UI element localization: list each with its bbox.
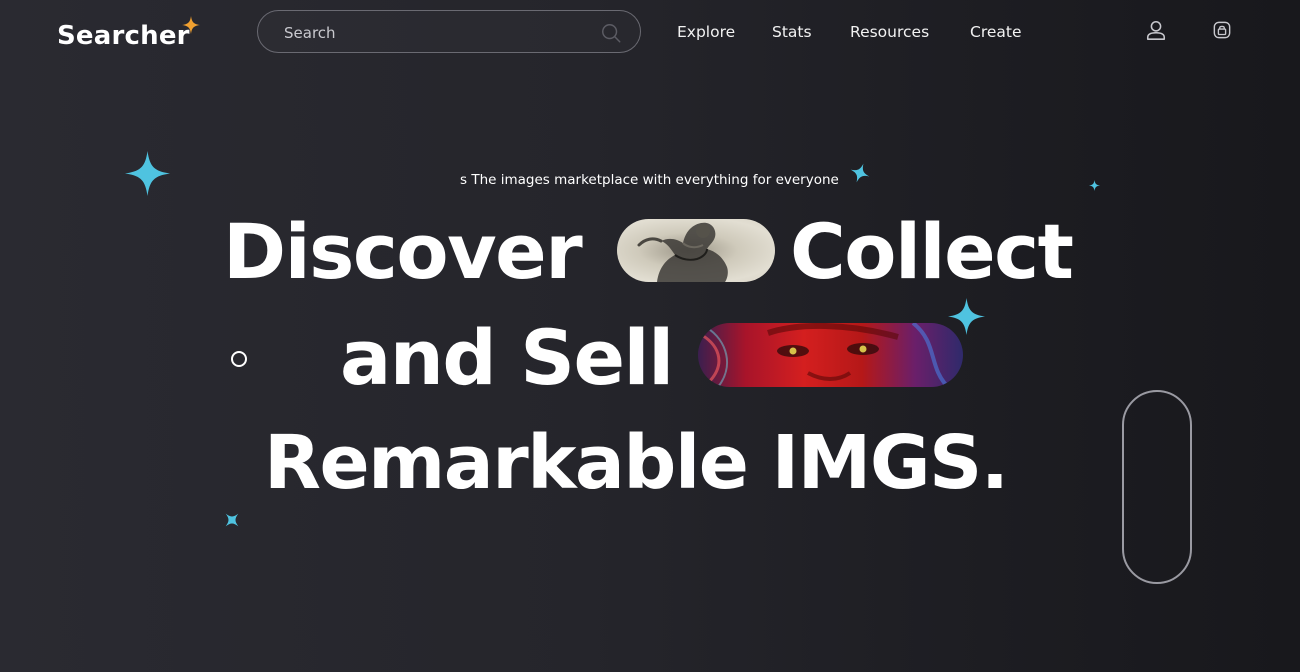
headline-collect: Collect [790, 207, 1074, 296]
nav-create[interactable]: Create [970, 21, 1022, 43]
sparkle-icon [125, 151, 170, 196]
sparkle-icon [225, 513, 239, 527]
search-icon[interactable] [600, 22, 622, 44]
sparkle-icon [948, 298, 985, 335]
hero-tagline: s The images marketplace with everything… [460, 172, 839, 188]
headline-remarkable-imgs: Remarkable IMGS. [264, 420, 1009, 506]
headline-discover: Discover [223, 207, 583, 296]
logo-star-icon [182, 16, 200, 34]
user-icon[interactable] [1145, 19, 1167, 41]
headline-and-sell: and Sell [340, 313, 674, 402]
statue-image-pill [617, 219, 775, 282]
nav-resources[interactable]: Resources [850, 21, 929, 43]
nav-explore[interactable]: Explore [677, 21, 735, 43]
red-face-image [698, 323, 950, 387]
nav-stats[interactable]: Stats [772, 21, 812, 43]
ring-decoration [231, 351, 247, 367]
lock-icon[interactable] [1213, 21, 1231, 39]
landing-page: Searcher Explore Stats Resources Create [0, 0, 1300, 672]
logo[interactable]: Searcher [57, 18, 190, 54]
search-input[interactable] [282, 11, 586, 54]
red-face-image-pill [698, 323, 963, 387]
sparkle-icon [1089, 180, 1100, 191]
statue-image [637, 222, 728, 282]
scroll-indicator[interactable] [1122, 390, 1192, 584]
sparkle-icon [850, 163, 870, 183]
search-bar [257, 10, 641, 54]
